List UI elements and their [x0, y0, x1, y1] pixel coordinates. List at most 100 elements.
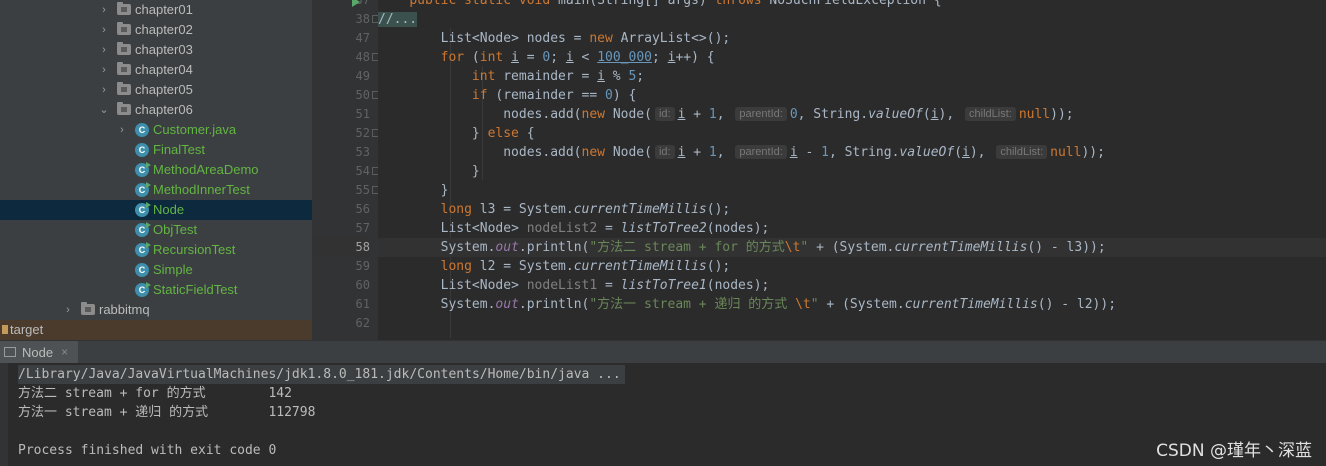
- code-token: ();: [706, 202, 731, 217]
- tree-item-chapter01[interactable]: › chapter01: [0, 0, 312, 20]
- code-line-62[interactable]: [378, 314, 1326, 333]
- chevron-right-icon[interactable]: ›: [98, 20, 110, 40]
- console-output-line: Process finished with exit code 0: [18, 443, 277, 458]
- code-line-61[interactable]: System.out.println("方法一 stream + 递归 的方式 …: [378, 295, 1326, 314]
- tree-item-rabbitmq[interactable]: › rabbitmq: [0, 300, 312, 320]
- code-token: new: [581, 145, 605, 160]
- line-number-gutter[interactable]: 37 38 47 48 49 50 51 52 53 54 55 56 57 5…: [312, 0, 378, 340]
- code-token: %: [604, 69, 629, 84]
- run-tab-node[interactable]: Node ×: [0, 341, 79, 363]
- tree-item-methodareademo[interactable]: C MethodAreaDemo: [0, 160, 312, 180]
- code-token: +: [685, 145, 709, 160]
- tree-item-chapter02[interactable]: › chapter02: [0, 20, 312, 40]
- tree-item-finaltest[interactable]: C FinalTest: [0, 140, 312, 160]
- code-token: List<Node>: [440, 278, 527, 293]
- code-token: void: [518, 0, 551, 8]
- tree-item-node[interactable]: C Node: [0, 200, 312, 220]
- code-token: 1: [821, 145, 829, 160]
- code-token: () - l3));: [1027, 240, 1106, 255]
- code-token: + (System.: [808, 240, 895, 255]
- run-tab-label: Node: [22, 344, 54, 360]
- chevron-right-icon[interactable]: ›: [98, 80, 110, 100]
- code-token: ();: [706, 259, 731, 274]
- code-token: main(String[] args): [550, 0, 715, 8]
- code-line-54[interactable]: }: [378, 162, 1326, 181]
- code-line-50[interactable]: if (remainder == 0) {: [378, 86, 1326, 105]
- code-line-48[interactable]: for (int i = 0; i < 100_000; i++) {: [378, 48, 1326, 67]
- code-line-49[interactable]: int remainder = i % 5;: [378, 67, 1326, 86]
- chevron-down-icon[interactable]: ⌄: [98, 100, 110, 120]
- line-number: 57: [355, 221, 370, 235]
- code-line-55[interactable]: }: [378, 181, 1326, 200]
- code-token: {: [518, 126, 535, 141]
- code-token: + (System.: [818, 297, 905, 312]
- code-token: new: [581, 107, 605, 122]
- tree-item-objtest[interactable]: C ObjTest: [0, 220, 312, 240]
- code-line-37[interactable]: public static void main(String[] args) t…: [378, 0, 1326, 10]
- folded-region[interactable]: //...: [378, 12, 418, 27]
- line-number: 52: [355, 126, 370, 140]
- code-line-52[interactable]: } else {: [378, 124, 1326, 143]
- tree-item-label: rabbitmq: [99, 302, 150, 317]
- code-token: }: [440, 183, 449, 198]
- code-token: int: [471, 69, 496, 84]
- code-line-56[interactable]: long l3 = System.currentTimeMillis();: [378, 200, 1326, 219]
- code-token: +: [685, 107, 709, 122]
- code-line-59[interactable]: long l2 = System.currentTimeMillis();: [378, 257, 1326, 276]
- close-icon[interactable]: ×: [61, 345, 68, 359]
- tree-item-label: Customer.java: [153, 122, 237, 137]
- code-token: NoSuchFieldException {: [761, 0, 942, 8]
- code-line-57[interactable]: List<Node> nodeList2 = listToTree2(nodes…: [378, 219, 1326, 238]
- tree-item-recursiontest[interactable]: C RecursionTest: [0, 240, 312, 260]
- chevron-right-icon[interactable]: ›: [98, 40, 110, 60]
- code-token: \t: [795, 297, 811, 312]
- code-token: ),: [938, 107, 963, 122]
- code-line-51[interactable]: nodes.add(new Node(id: i + 1, parentId: 0,…: [378, 105, 1326, 124]
- chevron-right-icon[interactable]: ›: [98, 60, 110, 80]
- code-token: null: [1018, 107, 1051, 122]
- tree-item-chapter03[interactable]: › chapter03: [0, 40, 312, 60]
- run-console-icon: [4, 347, 16, 357]
- tree-item-chapter06[interactable]: ⌄ chapter06: [0, 100, 312, 120]
- code-token: 1: [708, 107, 717, 122]
- code-line-47[interactable]: List<Node> nodes = new ArrayList<>();: [378, 29, 1326, 48]
- class-icon: C: [135, 263, 149, 277]
- code-line-53[interactable]: nodes.add(new Node(id: i + 1, parentId: i …: [378, 143, 1326, 162]
- chevron-right-icon[interactable]: ›: [116, 120, 128, 140]
- line-number: 56: [355, 202, 370, 216]
- tree-item-methodinnertest[interactable]: C MethodInnerTest: [0, 180, 312, 200]
- code-token: currentTimeMillis: [573, 202, 707, 217]
- code-editor[interactable]: public static void main(String[] args) t…: [378, 0, 1326, 340]
- tree-item-label: Node: [153, 202, 185, 217]
- code-token: }: [471, 126, 488, 141]
- tree-item-chapter05[interactable]: › chapter05: [0, 80, 312, 100]
- code-token: currentTimeMillis: [894, 240, 1028, 255]
- code-token: if: [471, 88, 488, 103]
- code-token: }: [471, 164, 480, 179]
- code-token: ),: [969, 145, 994, 160]
- code-token: System.: [440, 240, 496, 255]
- line-number: 55: [355, 183, 370, 197]
- tree-item-chapter04[interactable]: › chapter04: [0, 60, 312, 80]
- line-number-current: 58: [312, 238, 370, 257]
- line-number: 48: [355, 50, 370, 64]
- code-line-60[interactable]: List<Node> nodeList1 = listToTree1(nodes…: [378, 276, 1326, 295]
- run-gutter-icon[interactable]: [352, 0, 360, 7]
- code-token: (: [464, 50, 480, 65]
- folder-icon: [117, 102, 131, 115]
- tree-item-customer-java[interactable]: › C Customer.java: [0, 120, 312, 140]
- code-token: =: [597, 278, 621, 293]
- chevron-right-icon[interactable]: ›: [98, 0, 110, 20]
- code-line-58-current[interactable]: System.out.println("方法二 stream + for 的方式…: [378, 238, 1326, 257]
- tree-item-simple[interactable]: C Simple: [0, 260, 312, 280]
- console-command-line[interactable]: /Library/Java/JavaVirtualMachines/jdk1.8…: [18, 365, 625, 384]
- code-token: (nodes);: [706, 278, 770, 293]
- chevron-right-icon[interactable]: ›: [62, 300, 74, 320]
- tree-item-target[interactable]: target: [0, 320, 312, 340]
- code-token: , String.: [797, 107, 869, 122]
- tree-item-label: FinalTest: [153, 142, 206, 157]
- code-token: i: [962, 145, 970, 160]
- code-line-38[interactable]: //...: [378, 10, 1326, 29]
- code-token: =: [518, 50, 543, 65]
- tree-item-staticfieldtest[interactable]: C StaticFieldTest: [0, 280, 312, 300]
